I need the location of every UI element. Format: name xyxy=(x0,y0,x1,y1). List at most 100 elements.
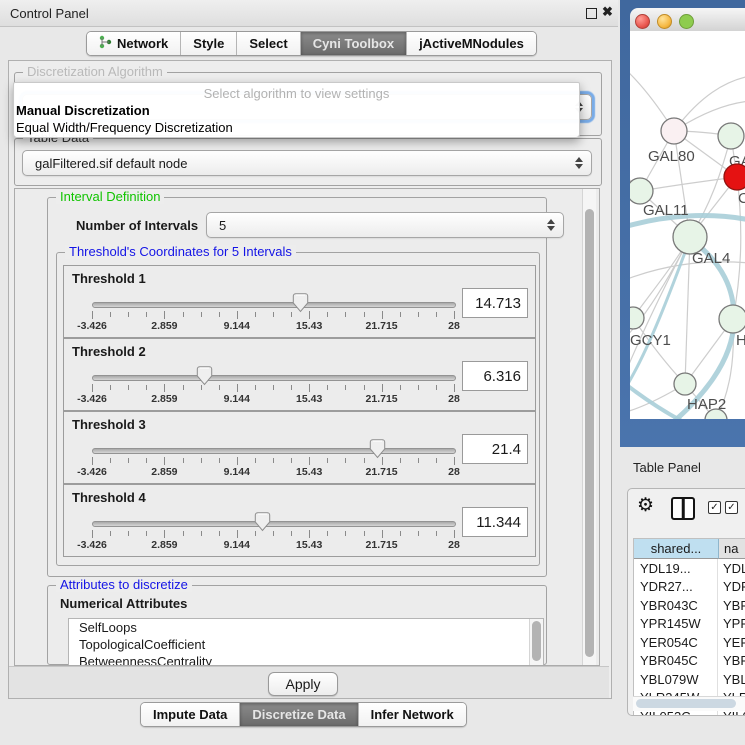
slider-tick xyxy=(146,385,147,390)
tab-network[interactable]: Network xyxy=(87,32,181,55)
slider-tick-label: 28 xyxy=(448,539,460,551)
slider-tick-label: 28 xyxy=(448,466,460,478)
close-traffic-icon[interactable] xyxy=(635,14,650,29)
attribute-item[interactable]: SelfLoops xyxy=(69,619,543,636)
threshold-label: Threshold 1 xyxy=(72,271,146,286)
threshold-value-field[interactable]: 21.4 xyxy=(462,434,528,464)
slider-tick xyxy=(400,531,401,536)
gear-icon[interactable]: ⚙ xyxy=(637,494,654,517)
slider-tick xyxy=(345,531,346,536)
tab-jactivemnodules[interactable]: jActiveMNodules xyxy=(407,32,536,55)
algorithm-option[interactable]: Equal Width/Frequency Discretization xyxy=(16,120,233,135)
zoom-traffic-icon[interactable] xyxy=(679,14,694,29)
threshold-value-field[interactable]: 11.344 xyxy=(462,507,528,537)
network-edge[interactable] xyxy=(640,177,737,191)
slider-tick xyxy=(327,385,328,390)
network-node[interactable] xyxy=(673,220,707,254)
table-row[interactable]: YBL079WYBL0 xyxy=(634,670,745,689)
float-window-icon[interactable] xyxy=(586,8,597,19)
bottom-tab-discretize-data[interactable]: Discretize Data xyxy=(240,703,358,726)
algorithm-option[interactable]: Manual Discretization xyxy=(16,103,150,118)
table-data-select[interactable]: galFiltered.sif default node xyxy=(22,150,592,176)
num-intervals-select[interactable]: 5 xyxy=(206,212,564,238)
slider-track[interactable] xyxy=(92,448,456,454)
slider-track[interactable] xyxy=(92,302,456,308)
table-row[interactable]: YDL19...YDL1 xyxy=(634,559,745,578)
network-node[interactable] xyxy=(630,307,644,329)
columns-icon[interactable] xyxy=(671,497,695,520)
slider-tick xyxy=(327,458,328,463)
threshold-value-field[interactable]: 14.713 xyxy=(462,288,528,318)
attributes-group-label: Attributes to discretize xyxy=(56,578,192,592)
attribute-item[interactable]: BetweennessCentrality xyxy=(69,653,543,666)
threshold-panel: Threshold 3-3.4262.8599.14415.4321.71528… xyxy=(63,411,536,484)
slider-tick xyxy=(364,385,365,390)
slider-tick xyxy=(454,311,455,319)
slider-thumb[interactable] xyxy=(196,366,213,386)
minimize-traffic-icon[interactable] xyxy=(657,14,672,29)
slider-tick xyxy=(327,531,328,536)
slider-thumb[interactable] xyxy=(292,293,309,313)
network-canvas[interactable]: GAL80GACGAL11GAL4GCY1HHAP2 xyxy=(630,31,745,419)
slider-tick xyxy=(345,458,346,463)
tab-select[interactable]: Select xyxy=(237,32,300,55)
threshold-label: Threshold 3 xyxy=(72,417,146,432)
checked-checkbox-icon[interactable]: ✓ xyxy=(708,501,721,514)
numerical-attributes-list[interactable]: SelfLoopsTopologicalCoefficientBetweenne… xyxy=(68,618,544,666)
slider-tick xyxy=(454,384,455,392)
close-icon[interactable]: ✖ xyxy=(602,4,613,20)
settings-scrollbar-thumb[interactable] xyxy=(585,209,594,657)
control-panel-titlebar xyxy=(0,0,618,27)
threshold-value-field[interactable]: 6.316 xyxy=(462,361,528,391)
attributes-list-scrollbar[interactable] xyxy=(529,619,543,665)
slider-thumb[interactable] xyxy=(254,512,271,532)
table-row[interactable]: YBR045CYBR0 xyxy=(634,652,745,671)
slider-tick xyxy=(164,311,165,319)
slider-tick xyxy=(164,457,165,465)
slider-tick-label: 21.715 xyxy=(366,466,398,478)
slider-tick xyxy=(201,531,202,536)
interval-definition-label: Interval Definition xyxy=(56,190,164,204)
node-table[interactable]: shared... na YDL19...YDL1YDR27...YDR2YBR… xyxy=(633,538,745,715)
network-node[interactable] xyxy=(719,305,745,333)
network-node[interactable] xyxy=(674,373,696,395)
network-node-label: GAL80 xyxy=(648,148,695,165)
tab-label: Cyni Toolbox xyxy=(313,36,394,51)
network-node[interactable] xyxy=(718,123,744,149)
slider-tick xyxy=(309,384,310,392)
slider-tick xyxy=(92,311,93,319)
tab-style[interactable]: Style xyxy=(181,32,237,55)
table-row[interactable]: YER054CYER0 xyxy=(634,633,745,652)
tab-cyni-toolbox[interactable]: Cyni Toolbox xyxy=(301,32,407,55)
network-edge[interactable] xyxy=(633,318,685,384)
network-node-label: GAL4 xyxy=(692,250,730,267)
slider-track[interactable] xyxy=(92,375,456,381)
network-node[interactable] xyxy=(630,178,653,204)
apply-button[interactable]: Apply xyxy=(268,672,338,696)
slider-tick xyxy=(92,530,93,538)
bottom-tab-infer-network[interactable]: Infer Network xyxy=(359,703,466,726)
network-node-label: H xyxy=(736,332,745,349)
column-header-shared-name[interactable]: shared... xyxy=(634,539,719,559)
attributes-scrollbar-thumb[interactable] xyxy=(532,621,541,661)
table-hscrollbar[interactable] xyxy=(633,696,745,711)
network-edge[interactable] xyxy=(685,237,690,384)
attribute-item[interactable]: TopologicalCoefficient xyxy=(69,636,543,653)
network-node[interactable] xyxy=(724,164,745,190)
table-hscrollbar-thumb[interactable] xyxy=(636,699,736,708)
table-row[interactable]: YDR27...YDR2 xyxy=(634,578,745,597)
slider-tick xyxy=(146,458,147,463)
slider-tick xyxy=(128,531,129,536)
checked-checkbox-icon[interactable]: ✓ xyxy=(725,501,738,514)
column-header-name[interactable]: na xyxy=(719,539,745,559)
cell-shared-name: YDR27... xyxy=(634,578,718,597)
bottom-tab-impute-data[interactable]: Impute Data xyxy=(141,703,240,726)
network-node[interactable] xyxy=(661,118,687,144)
slider-track[interactable] xyxy=(92,521,456,527)
settings-scrollbar[interactable] xyxy=(582,189,596,665)
table-row[interactable]: YPR145WYPR1 xyxy=(634,615,745,634)
slider-thumb[interactable] xyxy=(369,439,386,459)
table-row[interactable]: YBR043CYBR0 xyxy=(634,596,745,615)
slider-tick xyxy=(92,384,93,392)
slider-tick xyxy=(255,458,256,463)
